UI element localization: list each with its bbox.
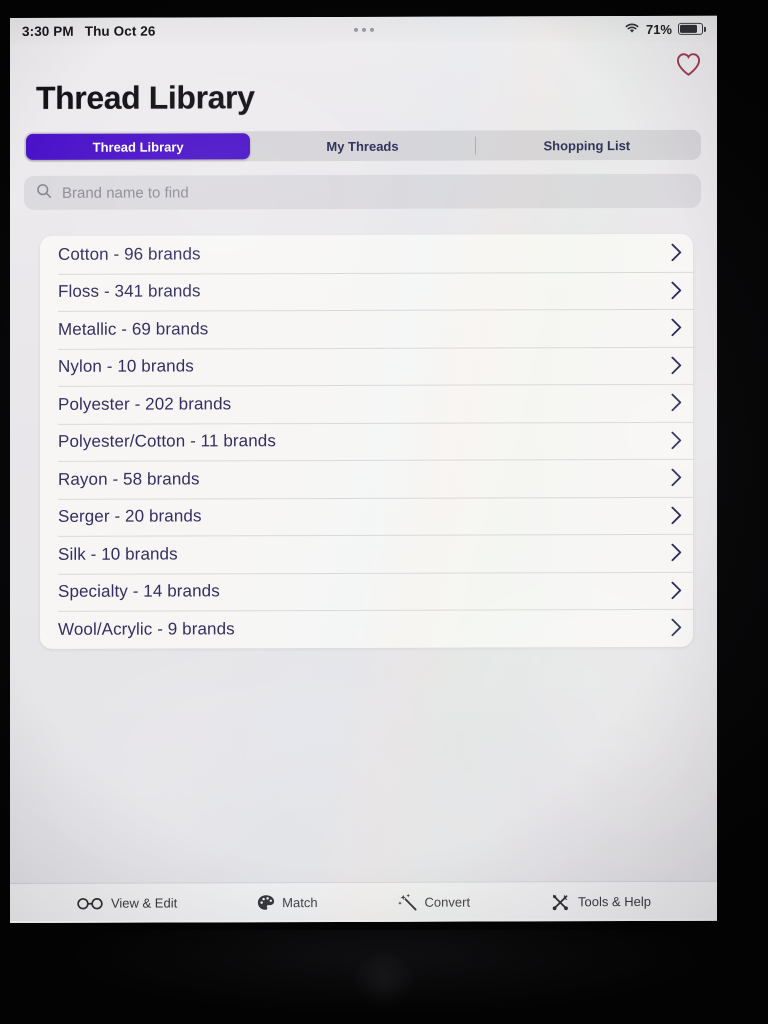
chevron-right-icon: [663, 355, 682, 375]
chevron-right-icon: [663, 318, 682, 337]
search-icon: [36, 182, 52, 203]
tablet-photo: 3:30 PM Thu Oct 26 71% Thread Library Th…: [0, 0, 768, 1024]
list-item-label: Metallic - 69 brands: [58, 319, 209, 339]
chevron-right-icon: [663, 505, 682, 525]
table-row[interactable]: Polyester/Cotton - 11 brands: [40, 421, 693, 461]
list-item-label: Wool/Acrylic - 9 brands: [58, 619, 235, 639]
heart-icon[interactable]: [673, 50, 703, 78]
toolbar-item-view-edit[interactable]: View & Edit: [76, 895, 178, 911]
battery-icon: [678, 22, 703, 35]
list-item-label: Nylon - 10 brands: [58, 356, 194, 377]
toolbar-item-label: Tools & Help: [578, 893, 651, 910]
list-item-label: Serger - 20 brands: [58, 506, 202, 527]
list-item-label: Silk - 10 brands: [58, 544, 178, 564]
toolbar-item-convert[interactable]: Convert: [397, 893, 471, 912]
bottom-toolbar: View & Edit Match Convert Tools & Help: [10, 880, 717, 923]
thread-category-list: Cotton - 96 brands Floss - 341 brands Me…: [40, 233, 693, 649]
favorites-row: [10, 42, 717, 88]
toolbar-item-tools-help[interactable]: Tools & Help: [550, 891, 651, 911]
list-item-label: Floss - 341 brands: [58, 281, 201, 302]
tab-label: My Threads: [326, 138, 399, 154]
table-row[interactable]: Metallic - 69 brands: [40, 309, 693, 349]
chevron-right-icon: [663, 430, 682, 450]
more-dots-icon: [10, 16, 717, 44]
list-item-label: Polyester/Cotton - 11 brands: [58, 431, 276, 452]
chevron-right-icon: [663, 543, 682, 562]
chevron-right-icon: [663, 618, 682, 637]
tools-icon: [550, 892, 571, 912]
toolbar-item-match[interactable]: Match: [257, 894, 318, 911]
list-item-label: Polyester - 202 brands: [58, 394, 232, 414]
chevron-right-icon: [663, 580, 682, 600]
list-item-label: Rayon - 58 brands: [58, 469, 200, 489]
tablet-screen: 3:30 PM Thu Oct 26 71% Thread Library Th…: [10, 15, 717, 924]
glasses-icon: [76, 896, 104, 910]
table-row[interactable]: Wool/Acrylic - 9 brands: [40, 609, 693, 649]
table-row[interactable]: Cotton - 96 brands: [40, 234, 693, 274]
table-row[interactable]: Nylon - 10 brands: [40, 346, 693, 386]
toolbar-item-label: Convert: [424, 894, 471, 910]
tab-shopping-list[interactable]: Shopping List: [475, 132, 699, 159]
tab-thread-library[interactable]: Thread Library: [26, 133, 251, 160]
tab-bar: Thread Library My Threads Shopping List: [24, 129, 701, 162]
table-row[interactable]: Rayon - 58 brands: [40, 459, 693, 499]
toolbar-item-label: Match: [282, 895, 318, 911]
chevron-right-icon: [663, 468, 682, 487]
table-row[interactable]: Polyester - 202 brands: [40, 384, 693, 424]
tab-my-threads[interactable]: My Threads: [250, 133, 474, 160]
table-row[interactable]: Serger - 20 brands: [40, 496, 693, 536]
list-item-label: Specialty - 14 brands: [58, 581, 220, 602]
toolbar-item-label: View & Edit: [110, 895, 178, 911]
table-row[interactable]: Specialty - 14 brands: [40, 571, 693, 611]
chevron-right-icon: [663, 243, 682, 262]
chevron-right-icon: [663, 280, 682, 300]
app-canvas: Thread Library Thread Library My Threads…: [10, 41, 717, 924]
status-bar: 3:30 PM Thu Oct 26 71%: [10, 15, 717, 44]
list-item-label: Cotton - 96 brands: [58, 244, 201, 264]
chevron-right-icon: [663, 393, 682, 412]
magic-wand-icon: [397, 893, 418, 912]
tab-label: Shopping List: [543, 137, 631, 153]
tab-label: Thread Library: [92, 138, 184, 155]
search-input[interactable]: [62, 182, 689, 202]
home-button-reflection: [352, 955, 416, 1007]
search-bar[interactable]: [24, 173, 701, 210]
table-row[interactable]: Floss - 341 brands: [40, 271, 693, 311]
table-row[interactable]: Silk - 10 brands: [40, 534, 693, 574]
palette-icon: [257, 894, 275, 911]
